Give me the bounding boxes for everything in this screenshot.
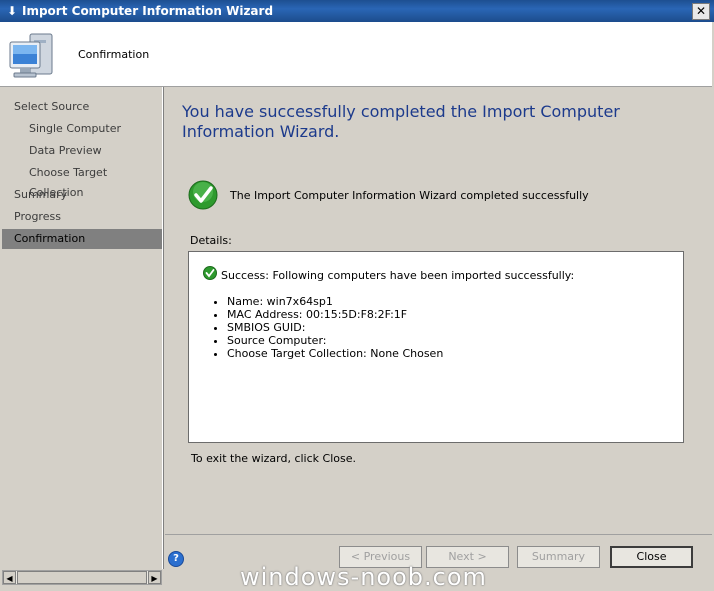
list-item: MAC Address: 00:15:5D:F8:2F:1F (227, 308, 443, 321)
list-item: Name: win7x64sp1 (227, 295, 443, 308)
success-check-icon (203, 266, 217, 280)
exit-instruction: To exit the wizard, click Close. (191, 452, 356, 465)
nav-item-confirmation: Confirmation (2, 229, 162, 249)
summary-button[interactable]: Summary (517, 546, 600, 568)
details-list: Name: win7x64sp1 MAC Address: 00:15:5D:F… (201, 295, 443, 360)
nav-item-single-computer: Single Computer (29, 122, 121, 135)
download-arrow-icon: ⬇ (6, 4, 18, 18)
divider (163, 87, 164, 569)
details-summary: Success: Following computers have been i… (221, 269, 575, 282)
list-item: SMBIOS GUID: (227, 321, 443, 334)
nav-item-progress: Progress (14, 210, 61, 223)
page-title: Confirmation (78, 48, 150, 61)
horizontal-scrollbar[interactable]: ◀ ▶ (2, 570, 162, 585)
details-box[interactable]: Success: Following computers have been i… (188, 251, 684, 443)
scroll-left-icon[interactable]: ◀ (3, 571, 16, 584)
close-window-button[interactable]: ✕ (692, 3, 710, 20)
watermark: windows-noob.com (240, 563, 487, 591)
list-item: Source Computer: (227, 334, 443, 347)
nav-item-data-preview: Data Preview (29, 144, 102, 157)
close-button[interactable]: Close (610, 546, 693, 568)
main-heading: You have successfully completed the Impo… (182, 102, 620, 141)
scroll-thumb[interactable] (17, 571, 147, 584)
scroll-right-icon[interactable]: ▶ (148, 571, 161, 584)
details-label: Details: (190, 234, 232, 247)
success-check-icon (188, 180, 218, 210)
window-title: Import Computer Information Wizard (22, 4, 274, 18)
nav-item-select-source: Select Source (14, 100, 90, 113)
computer-monitor-icon (9, 33, 53, 78)
help-icon[interactable]: ? (168, 551, 184, 567)
nav-item-summary: Summary (14, 188, 68, 201)
nav-item-choose-target-collection: Choose Target Collection (29, 166, 108, 199)
wizard-header: Confirmation (0, 22, 712, 87)
wizard-nav: Select Source Single Computer Data Previ… (2, 87, 164, 569)
title-bar: ⬇ Import Computer Information Wizard ✕ (0, 0, 714, 22)
list-item: Choose Target Collection: None Chosen (227, 347, 443, 360)
divider (165, 534, 712, 535)
status-text: The Import Computer Information Wizard c… (230, 189, 589, 202)
